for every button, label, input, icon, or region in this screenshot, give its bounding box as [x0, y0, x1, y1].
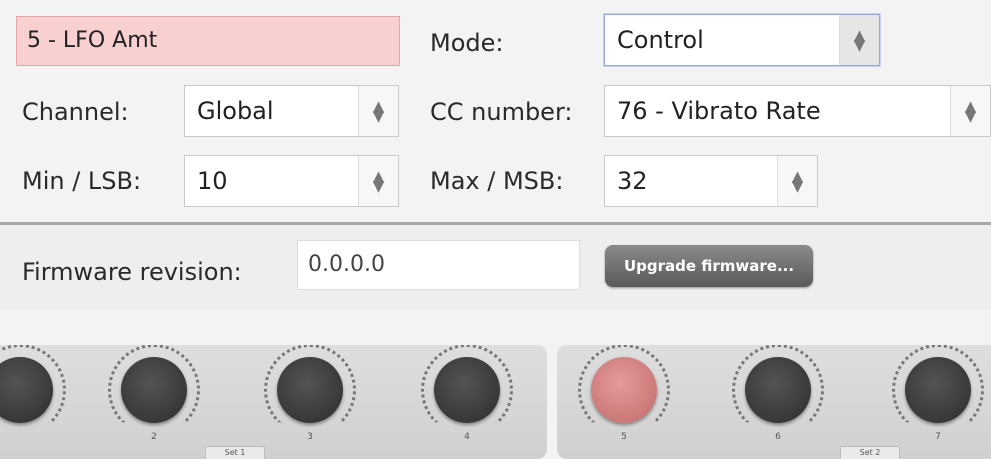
control-name-field[interactable]: 5 - LFO Amt: [16, 16, 400, 66]
knob-number: 2: [151, 432, 157, 442]
firmware-revision-field: 0.0.0.0: [297, 240, 580, 290]
mode-select[interactable]: Control ▲ ▼: [604, 14, 880, 66]
mode-label: Mode:: [430, 29, 504, 57]
knob-6[interactable]: [745, 357, 811, 423]
firmware-revision-label: Firmware revision:: [22, 258, 242, 286]
knob-4[interactable]: [434, 357, 500, 423]
upgrade-firmware-button[interactable]: Upgrade firmware...: [605, 245, 813, 287]
updown-arrows-icon: ▲ ▼: [950, 86, 990, 136]
min-lsb-stepper[interactable]: 10 ▲ ▼: [184, 155, 399, 207]
knob-7[interactable]: [905, 357, 971, 423]
knob-number: 6: [775, 432, 781, 442]
knob-3[interactable]: [277, 357, 343, 423]
mode-value: Control: [617, 26, 704, 54]
knob-panel-set-2: 5 6 7 Set 2: [557, 345, 991, 459]
max-msb-stepper[interactable]: 32 ▲ ▼: [604, 155, 818, 207]
cc-number-label: CC number:: [430, 98, 573, 126]
knob-number: 5: [621, 432, 627, 442]
min-lsb-label: Min / LSB:: [22, 167, 142, 195]
updown-arrows-icon: ▲ ▼: [777, 156, 817, 206]
channel-select[interactable]: Global ▲ ▼: [184, 85, 399, 137]
min-lsb-value: 10: [197, 167, 228, 195]
set-label: Set 2: [840, 446, 900, 459]
channel-value: Global: [197, 97, 274, 125]
knob-2[interactable]: [121, 357, 187, 423]
knob-number: 4: [464, 432, 470, 442]
updown-arrows-icon: ▲ ▼: [839, 15, 879, 65]
knob-number: 7: [935, 432, 941, 442]
max-msb-value: 32: [617, 167, 648, 195]
knob-number: 3: [307, 432, 313, 442]
channel-label: Channel:: [22, 98, 129, 126]
updown-arrows-icon: ▲ ▼: [358, 86, 398, 136]
knob-panel-set-1: 2 3 4 Set 1: [0, 345, 547, 459]
set-label: Set 1: [205, 446, 265, 459]
cc-number-select[interactable]: 76 - Vibrato Rate ▲ ▼: [604, 85, 991, 137]
cc-number-value: 76 - Vibrato Rate: [617, 97, 821, 125]
updown-arrows-icon: ▲ ▼: [358, 156, 398, 206]
max-msb-label: Max / MSB:: [430, 167, 564, 195]
knob-5-selected[interactable]: [591, 357, 657, 423]
spacer: [0, 310, 991, 330]
